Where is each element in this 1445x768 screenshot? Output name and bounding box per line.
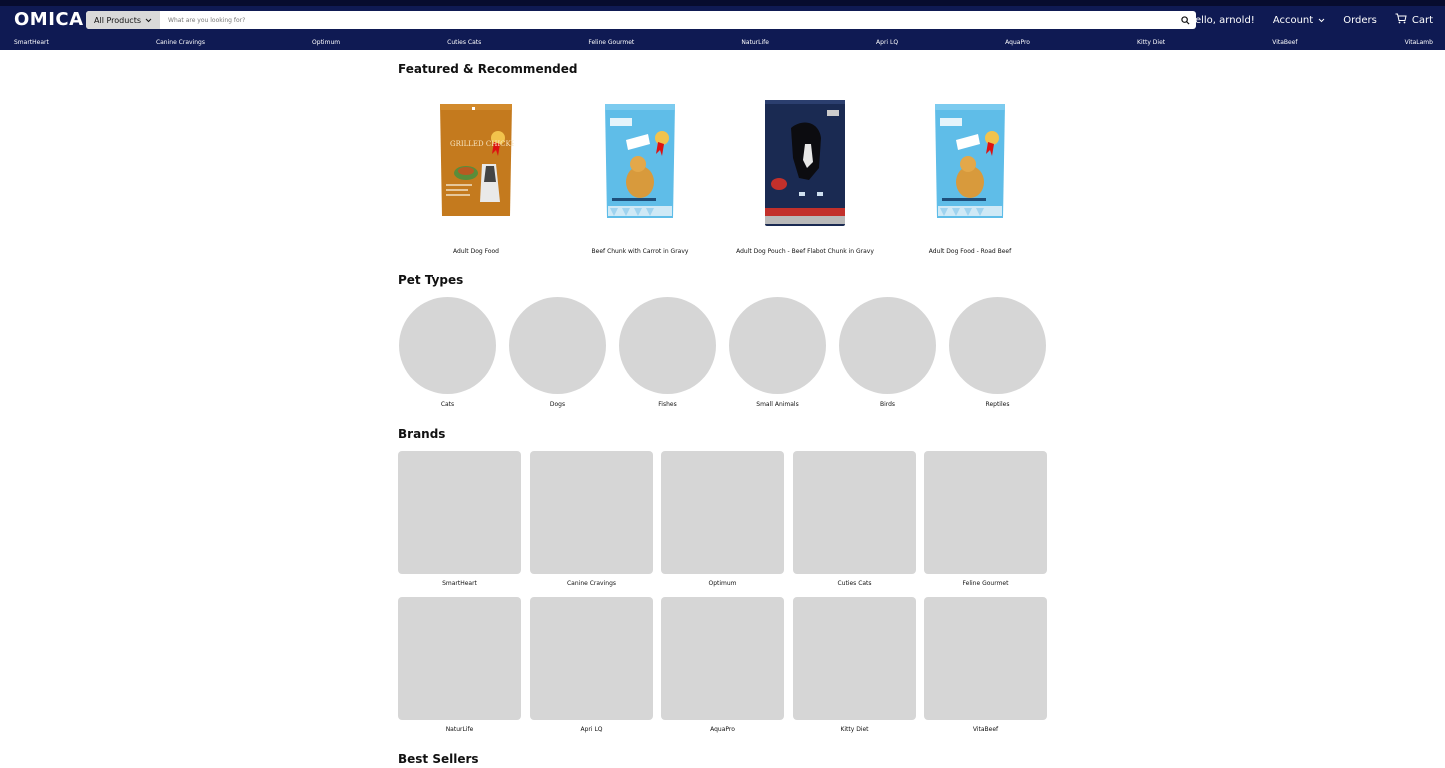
brand-nav-item[interactable]: VitaLamb xyxy=(1405,39,1433,46)
brand-label[interactable]: NaturLife xyxy=(398,726,521,733)
brand-image[interactable] xyxy=(661,451,784,574)
brand-nav-item[interactable]: Cuties Cats xyxy=(447,39,481,46)
product-card[interactable]: GRILLED CHICKEN Adult Dog Food xyxy=(401,98,551,255)
chevron-down-icon xyxy=(145,16,152,25)
pet-type-label[interactable]: Dogs xyxy=(509,401,606,408)
top-navigation-bar: OMICA All Products Hello, arnold! Accoun… xyxy=(0,0,1445,34)
pet-type-label[interactable]: Birds xyxy=(839,401,936,408)
category-dropdown[interactable]: All Products xyxy=(86,11,161,29)
pet-type-image[interactable] xyxy=(839,297,936,394)
pet-type-label[interactable]: Fishes xyxy=(619,401,716,408)
account-label: Account xyxy=(1272,14,1314,26)
account-menu[interactable]: Account xyxy=(1273,15,1325,26)
search-bar: All Products xyxy=(86,11,1196,29)
cart-icon xyxy=(1395,13,1407,27)
brand-image[interactable] xyxy=(530,451,653,574)
brand-image[interactable] xyxy=(924,451,1047,574)
category-dropdown-label: All Products xyxy=(94,15,142,25)
brand-nav-item[interactable]: Canine Cravings xyxy=(156,39,205,46)
brand-image[interactable] xyxy=(530,597,653,720)
product-name[interactable]: Adult Dog Pouch - Beef Flabot Chunk in G… xyxy=(710,248,900,255)
product-name[interactable]: Adult Dog Food xyxy=(381,248,571,255)
brand-image[interactable] xyxy=(924,597,1047,720)
brand-label[interactable]: Kitty Diet xyxy=(793,726,916,733)
pet-type-label[interactable]: Reptiles xyxy=(949,401,1046,408)
product-card[interactable]: Adult Dog Food - Road Beef xyxy=(895,98,1045,255)
brand-image[interactable] xyxy=(661,597,784,720)
pet-type-label[interactable]: Small Animals xyxy=(729,401,826,408)
brand-image[interactable] xyxy=(793,451,916,574)
product-card[interactable]: Adult Dog Pouch - Beef Flabot Chunk in G… xyxy=(730,98,880,255)
pet-type-image[interactable] xyxy=(509,297,606,394)
product-card[interactable]: Beef Chunk with Carrot in Gravy xyxy=(565,98,715,255)
pet-type-image[interactable] xyxy=(399,297,496,394)
brands-section-title: Brands xyxy=(398,427,446,441)
brand-label[interactable]: Optimum xyxy=(661,580,784,587)
pack-text: GRILLED CHICKEN xyxy=(450,140,514,148)
brand-nav-item[interactable]: Apri LQ xyxy=(876,39,898,46)
pet-type-image[interactable] xyxy=(949,297,1046,394)
orders-link[interactable]: Orders xyxy=(1343,15,1377,26)
product-image xyxy=(565,98,715,226)
product-image: GRILLED CHICKEN xyxy=(401,98,551,224)
product-image xyxy=(730,98,880,232)
brand-nav-item[interactable]: Feline Gourmet xyxy=(588,39,634,46)
brand-label[interactable]: SmartHeart xyxy=(398,580,521,587)
brand-nav-item[interactable]: Kitty Diet xyxy=(1137,39,1165,46)
pet-type-image[interactable] xyxy=(729,297,826,394)
brand-image[interactable] xyxy=(398,597,521,720)
pet-type-image[interactable] xyxy=(619,297,716,394)
brand-nav-item[interactable]: SmartHeart xyxy=(14,39,49,46)
search-input[interactable] xyxy=(160,11,1174,29)
product-name[interactable]: Adult Dog Food - Road Beef xyxy=(875,248,1065,255)
brand-image[interactable] xyxy=(398,451,521,574)
brand-label[interactable]: AquaPro xyxy=(661,726,784,733)
product-name[interactable]: Beef Chunk with Carrot in Gravy xyxy=(545,248,735,255)
brand-nav-item[interactable]: NaturLife xyxy=(741,39,769,46)
brand-label[interactable]: Cuties Cats xyxy=(793,580,916,587)
chevron-down-icon xyxy=(1318,15,1325,26)
product-image xyxy=(895,98,1045,226)
account-nav: Hello, arnold! Account Orders Cart xyxy=(1187,13,1433,27)
brand-image[interactable] xyxy=(793,597,916,720)
brand-label[interactable]: VitaBeef xyxy=(924,726,1047,733)
brand-navigation: SmartHeart Canine Cravings Optimum Cutie… xyxy=(0,34,1445,50)
site-logo[interactable]: OMICA xyxy=(14,9,84,30)
brand-label[interactable]: Canine Cravings xyxy=(530,580,653,587)
best-sellers-section-title: Best Sellers xyxy=(398,752,479,766)
pet-types-section-title: Pet Types xyxy=(398,273,464,287)
greeting-text: Hello, arnold! xyxy=(1187,14,1255,26)
brand-nav-item[interactable]: VitaBeef xyxy=(1272,39,1297,46)
cart-label: Cart xyxy=(1411,14,1433,26)
featured-section-title: Featured & Recommended xyxy=(398,62,578,76)
brand-nav-item[interactable]: Optimum xyxy=(312,39,340,46)
cart-button[interactable]: Cart xyxy=(1395,13,1433,27)
brand-label[interactable]: Apri LQ xyxy=(530,726,653,733)
brand-label[interactable]: Feline Gourmet xyxy=(924,580,1047,587)
brand-nav-item[interactable]: AquaPro xyxy=(1005,39,1030,46)
pet-type-label[interactable]: Cats xyxy=(399,401,496,408)
